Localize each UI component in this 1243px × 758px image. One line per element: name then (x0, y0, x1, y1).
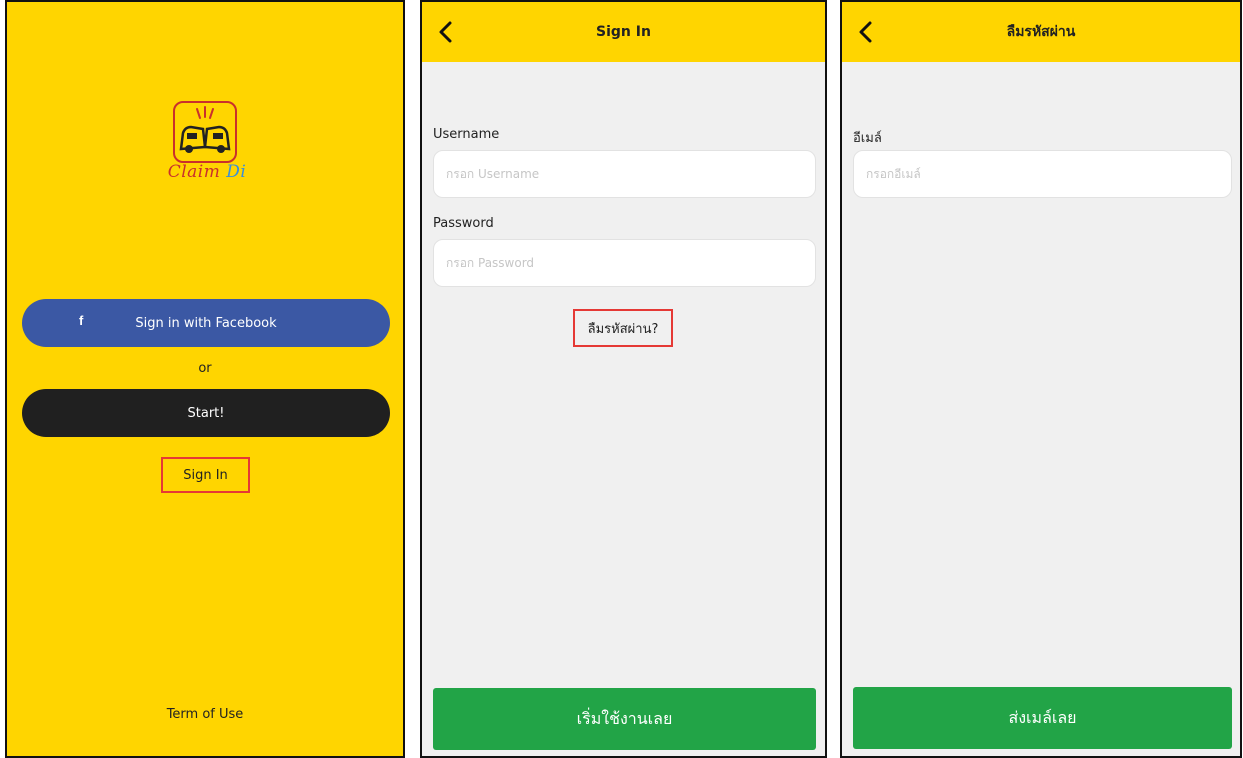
chevron-left-icon[interactable] (434, 18, 458, 46)
forgot-password-screen: ลืมรหัสผ่าน อีเมล์ ส่งเมล์เลย (840, 0, 1242, 758)
page-title: ลืมรหัสผ่าน (1006, 24, 1076, 40)
app-logo-icon (173, 101, 237, 163)
start-using-button[interactable]: เริ่มใช้งานเลย (433, 688, 816, 750)
or-separator: or (198, 361, 212, 376)
app-logo-text: Claim Di (167, 162, 247, 182)
facebook-icon: f (79, 313, 84, 328)
email-input[interactable] (853, 150, 1232, 198)
landing-screen: Claim Di f Sign in with Facebook or Star… (5, 0, 405, 758)
terms-of-use-link[interactable]: Term of Use (7, 707, 403, 722)
sign-in-screen: Sign In Username Password ลืมรหัสผ่าน? เ… (420, 0, 827, 758)
header-bar: Sign In (422, 2, 825, 62)
sign-in-with-facebook-button[interactable]: f Sign in with Facebook (22, 299, 390, 347)
password-input[interactable] (433, 239, 816, 287)
header-bar: ลืมรหัสผ่าน (842, 2, 1240, 62)
start-using-button-label: เริ่มใช้งานเลย (576, 708, 673, 728)
send-email-button-label: ส่งเมล์เลย (1008, 707, 1077, 727)
username-label: Username (433, 127, 500, 142)
facebook-button-label: Sign in with Facebook (135, 315, 277, 331)
chevron-left-icon[interactable] (854, 18, 878, 46)
email-label: อีเมล์ (853, 131, 882, 146)
sign-in-link[interactable]: Sign In (161, 457, 250, 493)
forgot-password-link[interactable]: ลืมรหัสผ่าน? (573, 309, 673, 347)
username-input[interactable] (433, 150, 816, 198)
page-title: Sign In (596, 24, 651, 40)
start-button-label: Start! (187, 405, 225, 421)
password-label: Password (433, 216, 494, 231)
start-button[interactable]: Start! (22, 389, 390, 437)
send-email-button[interactable]: ส่งเมล์เลย (853, 687, 1232, 749)
